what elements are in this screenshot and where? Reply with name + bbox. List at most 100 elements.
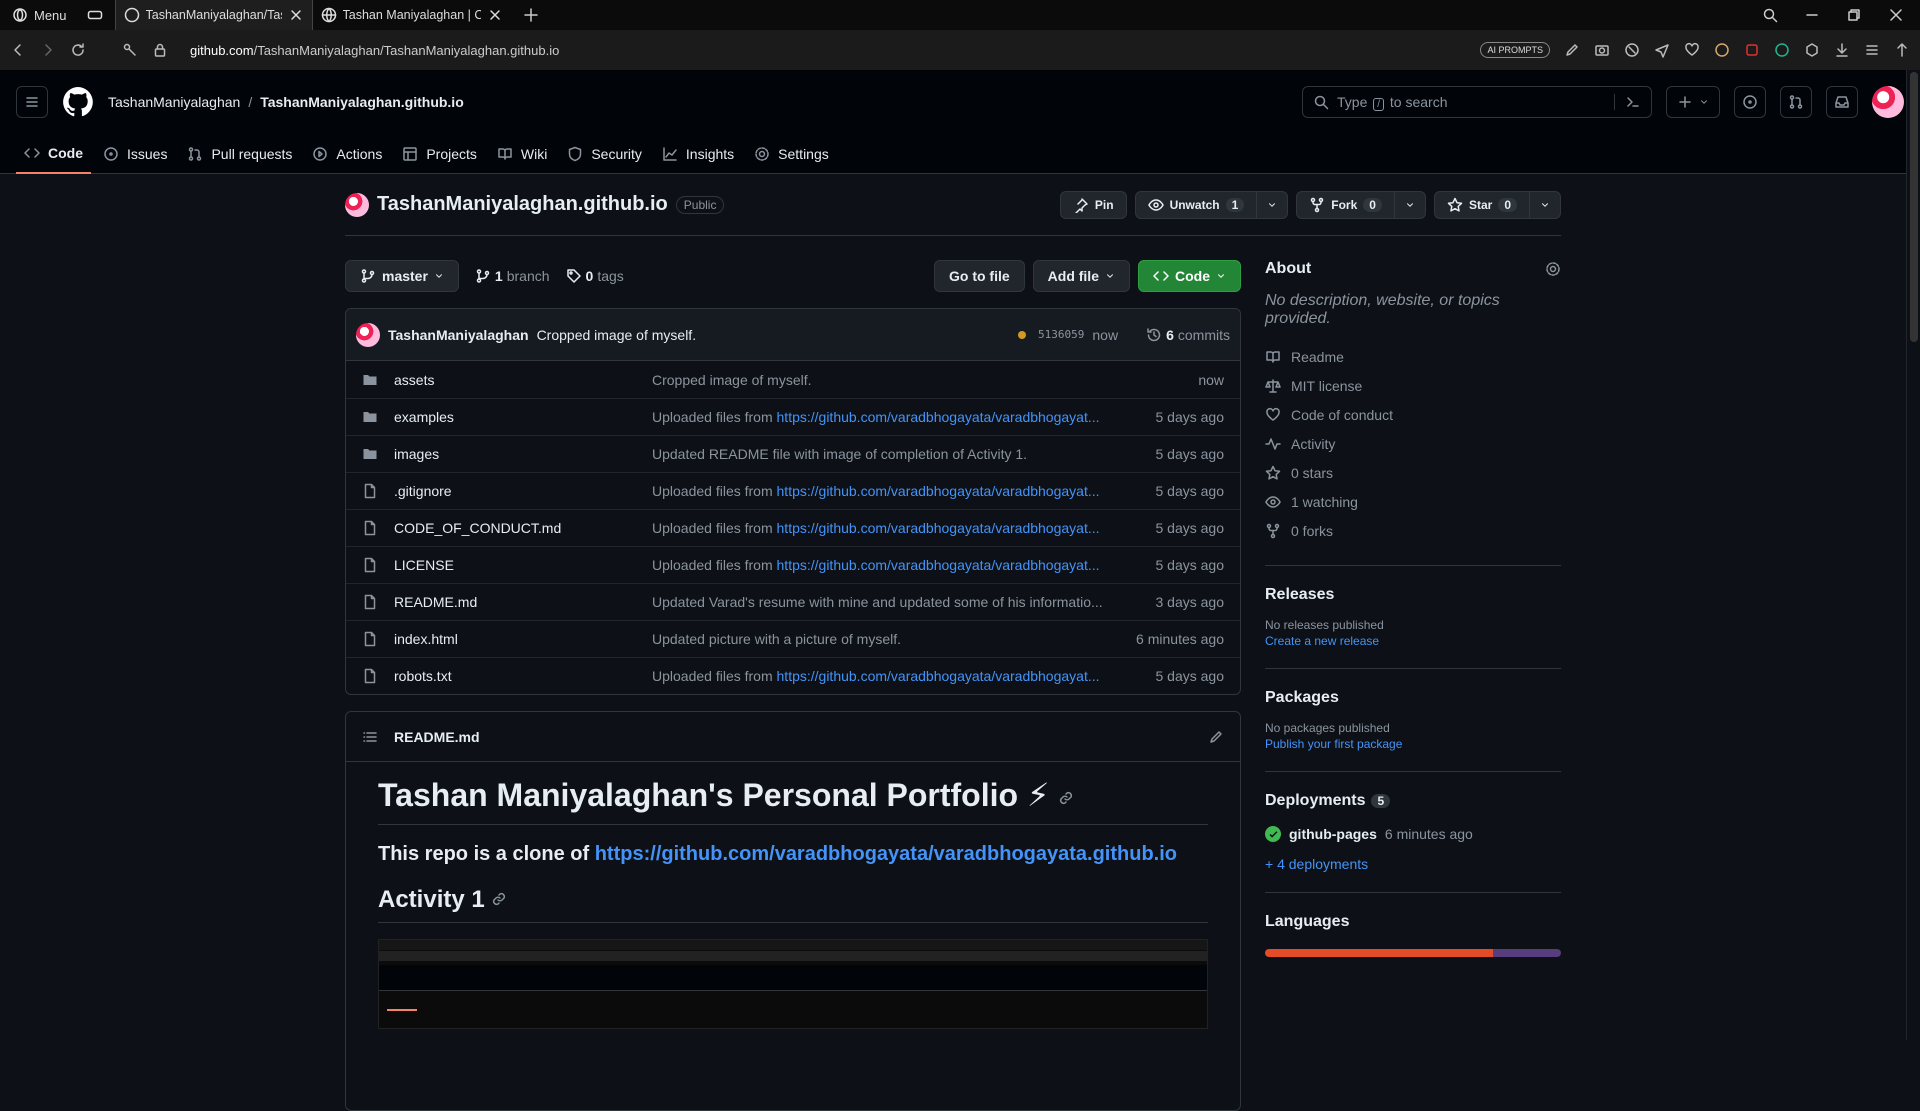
file-row[interactable]: robots.txt Uploaded files from https://gi… bbox=[346, 657, 1240, 694]
file-row[interactable]: images Updated README file with image of … bbox=[346, 435, 1240, 472]
file-name-link[interactable]: assets bbox=[394, 372, 652, 388]
anchor-link-icon[interactable] bbox=[491, 891, 507, 907]
user-avatar[interactable] bbox=[1872, 86, 1904, 118]
browser-menu-button[interactable]: Menu bbox=[0, 0, 115, 30]
reload-icon[interactable] bbox=[70, 42, 86, 58]
file-name-link[interactable]: robots.txt bbox=[394, 668, 652, 684]
forward-icon[interactable] bbox=[40, 42, 56, 58]
commit-status-dot[interactable] bbox=[1018, 330, 1027, 339]
minimize-icon[interactable] bbox=[1804, 7, 1820, 23]
clone-link[interactable]: https://github.com/varadbhogayata/varadb… bbox=[595, 843, 1177, 865]
file-commit-message[interactable]: Uploaded files from https://github.com/v… bbox=[652, 483, 1107, 499]
restore-icon[interactable] bbox=[1846, 7, 1862, 23]
pencil-icon[interactable] bbox=[1208, 729, 1224, 745]
file-row[interactable]: .gitignore Uploaded files from https://gi… bbox=[346, 472, 1240, 509]
close-tab-icon[interactable] bbox=[487, 7, 503, 23]
about-item[interactable]: MIT license bbox=[1265, 371, 1561, 400]
about-item[interactable]: 0 stars bbox=[1265, 458, 1561, 487]
send-icon[interactable] bbox=[1654, 42, 1670, 58]
gear-icon[interactable] bbox=[1545, 261, 1561, 277]
commit-author[interactable]: TashanManiyalaghan bbox=[388, 327, 529, 343]
repo-owner-avatar[interactable] bbox=[345, 192, 369, 217]
list-unordered-icon[interactable] bbox=[362, 729, 378, 745]
file-commit-message[interactable]: Cropped image of myself. bbox=[652, 372, 1107, 388]
grammarly-icon[interactable] bbox=[1774, 42, 1790, 58]
unwatch-button[interactable]: Unwatch 1 bbox=[1134, 190, 1258, 219]
packages-heading[interactable]: Packages bbox=[1265, 689, 1561, 707]
file-commit-link[interactable]: https://github.com/varadbhogayata/varadb… bbox=[777, 520, 1100, 536]
close-tab-icon[interactable] bbox=[288, 7, 304, 23]
file-commit-link[interactable]: https://github.com/varadbhogayata/varadb… bbox=[777, 557, 1100, 573]
new-tab-icon[interactable] bbox=[511, 7, 551, 23]
page-scrollbar[interactable] bbox=[1906, 70, 1920, 1040]
github-logo-icon[interactable] bbox=[62, 86, 94, 118]
edit-icon[interactable] bbox=[1564, 42, 1580, 58]
url-field[interactable]: github.com/TashanManiyalaghan/TashanMani… bbox=[190, 43, 559, 58]
language-segment[interactable] bbox=[1492, 949, 1561, 957]
command-palette-icon[interactable] bbox=[1614, 94, 1641, 110]
cube-icon[interactable] bbox=[1804, 42, 1820, 58]
file-name-link[interactable]: images bbox=[394, 446, 652, 462]
extensions-icon[interactable] bbox=[1894, 42, 1910, 58]
fork-button[interactable]: Fork 0 bbox=[1296, 190, 1395, 219]
file-row[interactable]: assets Cropped image of myself. now bbox=[346, 361, 1240, 398]
file-row[interactable]: examples Uploaded files from https://gith… bbox=[346, 398, 1240, 435]
browser-tab-github[interactable]: TashanManiyalaghan/Tasha bbox=[114, 0, 313, 30]
file-name-link[interactable]: index.html bbox=[394, 631, 652, 647]
file-commit-message[interactable]: Uploaded files from https://github.com/v… bbox=[652, 668, 1107, 684]
file-name-link[interactable]: README.md bbox=[394, 594, 652, 610]
vr-icon[interactable] bbox=[87, 7, 103, 23]
file-commit-message[interactable]: Updated picture with a picture of myself… bbox=[652, 631, 1107, 647]
branch-select-button[interactable]: master bbox=[345, 260, 459, 292]
deployment-env-link[interactable]: github-pages bbox=[1289, 826, 1377, 842]
ai-prompts-button[interactable]: AI PROMPTS bbox=[1480, 42, 1550, 58]
tab-actions[interactable]: Actions bbox=[304, 134, 390, 174]
about-item[interactable]: Readme bbox=[1265, 342, 1561, 371]
publish-package-link[interactable]: Publish your first package bbox=[1265, 737, 1561, 751]
about-item[interactable]: Code of conduct bbox=[1265, 400, 1561, 429]
tab-insights[interactable]: Insights bbox=[654, 134, 742, 174]
file-row[interactable]: index.html Updated picture with a picture… bbox=[346, 620, 1240, 657]
issues-button[interactable] bbox=[1734, 86, 1766, 118]
block-icon[interactable] bbox=[1624, 42, 1640, 58]
owner-link[interactable]: TashanManiyalaghan bbox=[108, 94, 240, 110]
about-item[interactable]: 1 watching bbox=[1265, 487, 1561, 516]
anchor-link-icon[interactable] bbox=[1058, 790, 1074, 806]
file-commit-message[interactable]: Updated Varad's resume with mine and upd… bbox=[652, 594, 1107, 610]
file-row[interactable]: README.md Updated Varad's resume with min… bbox=[346, 583, 1240, 620]
deployments-title[interactable]: Deployments bbox=[1265, 792, 1365, 810]
commit-message[interactable]: Cropped image of myself. bbox=[537, 327, 697, 343]
download-icon[interactable] bbox=[1834, 42, 1850, 58]
code-button[interactable]: Code bbox=[1138, 260, 1241, 292]
file-commit-message[interactable]: Uploaded files from https://github.com/v… bbox=[652, 557, 1107, 573]
back-icon[interactable] bbox=[10, 42, 26, 58]
file-commit-message[interactable]: Updated README file with image of comple… bbox=[652, 446, 1107, 462]
commit-author-avatar[interactable] bbox=[356, 322, 380, 347]
about-item[interactable]: Activity bbox=[1265, 429, 1561, 458]
about-item[interactable]: 0 forks bbox=[1265, 516, 1561, 545]
file-row[interactable]: LICENSE Uploaded files from https://githu… bbox=[346, 546, 1240, 583]
file-name-link[interactable]: LICENSE bbox=[394, 557, 652, 573]
file-commit-link[interactable]: https://github.com/varadbhogayata/varadb… bbox=[777, 409, 1100, 425]
extension-face-icon[interactable] bbox=[1714, 42, 1730, 58]
tab-wiki[interactable]: Wiki bbox=[489, 134, 555, 174]
scrollbar-thumb[interactable] bbox=[1910, 72, 1918, 342]
tab-projects[interactable]: Projects bbox=[394, 134, 485, 174]
tab-code[interactable]: Code bbox=[16, 134, 91, 174]
file-name-link[interactable]: CODE_OF_CONDUCT.md bbox=[394, 520, 652, 536]
commits-link[interactable]: 6 commits bbox=[1146, 327, 1230, 343]
heart-icon[interactable] bbox=[1684, 42, 1700, 58]
pull-requests-button[interactable] bbox=[1780, 86, 1812, 118]
tab-pull-requests[interactable]: Pull requests bbox=[179, 134, 300, 174]
readme-filename[interactable]: README.md bbox=[394, 729, 480, 745]
create-release-link[interactable]: Create a new release bbox=[1265, 634, 1561, 648]
commit-sha[interactable]: 5136059 bbox=[1038, 328, 1084, 341]
branches-link[interactable]: 1 branch bbox=[475, 268, 550, 284]
more-deployments-link[interactable]: + 4 deployments bbox=[1265, 856, 1561, 872]
ublock-icon[interactable] bbox=[1744, 42, 1760, 58]
browser-tab-portfolio[interactable]: Tashan Maniyalaghan | Con bbox=[313, 0, 511, 30]
file-commit-message[interactable]: Uploaded files from https://github.com/v… bbox=[652, 409, 1107, 425]
tab-search-icon[interactable] bbox=[1762, 7, 1778, 23]
site-settings-icon[interactable] bbox=[122, 42, 138, 58]
close-window-icon[interactable] bbox=[1888, 7, 1904, 23]
